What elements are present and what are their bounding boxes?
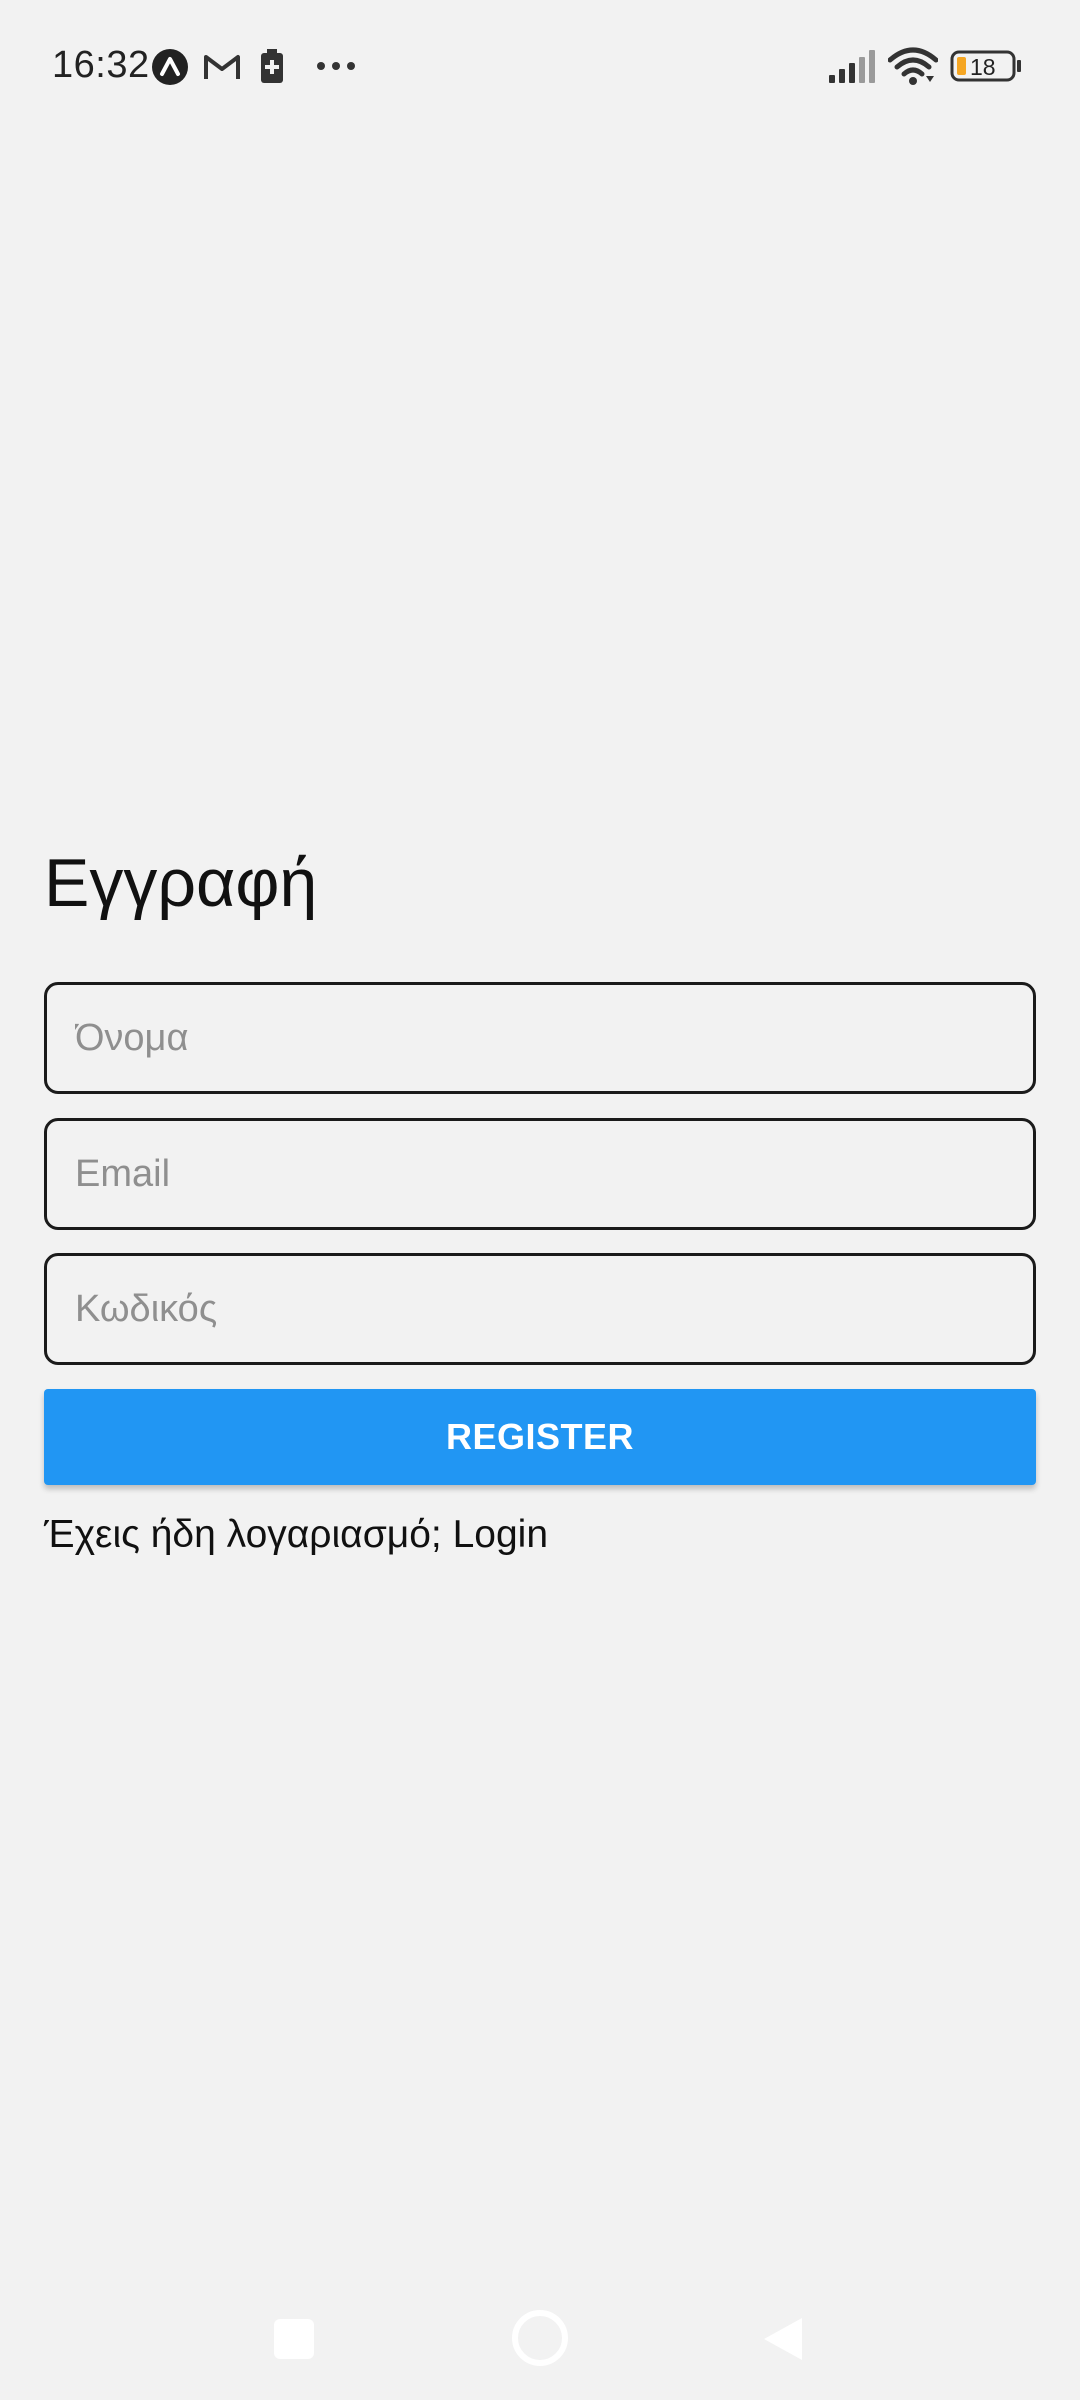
status-bar: 16:32 18 <box>0 0 1080 132</box>
status-time: 16:32 <box>52 44 150 86</box>
recents-square-icon[interactable] <box>273 2318 315 2360</box>
back-triangle-icon[interactable] <box>762 2316 804 2362</box>
login-line: Έχεις ήδη λογαριασμό; Login <box>44 1510 548 1560</box>
name-field[interactable] <box>44 982 1036 1094</box>
navigation-bar <box>0 2280 1080 2400</box>
home-circle-icon[interactable] <box>511 2309 569 2367</box>
battery-level: 18 <box>970 54 996 80</box>
email-field[interactable] <box>44 1118 1036 1230</box>
page-title: Εγγραφή <box>44 845 318 921</box>
app-a-icon <box>152 49 188 85</box>
more-dots-icon <box>317 62 355 70</box>
register-button[interactable]: REGISTER <box>44 1389 1036 1485</box>
login-link[interactable]: Login <box>453 1513 548 1556</box>
gmail-icon <box>204 55 240 79</box>
signal-icon <box>829 50 875 83</box>
login-prompt: Έχεις ήδη λογαριασμό; <box>44 1513 453 1556</box>
wifi-icon <box>888 47 938 85</box>
battery-icon: 18 <box>950 50 1021 82</box>
battery-saver-icon <box>261 49 283 83</box>
password-field[interactable] <box>44 1253 1036 1365</box>
